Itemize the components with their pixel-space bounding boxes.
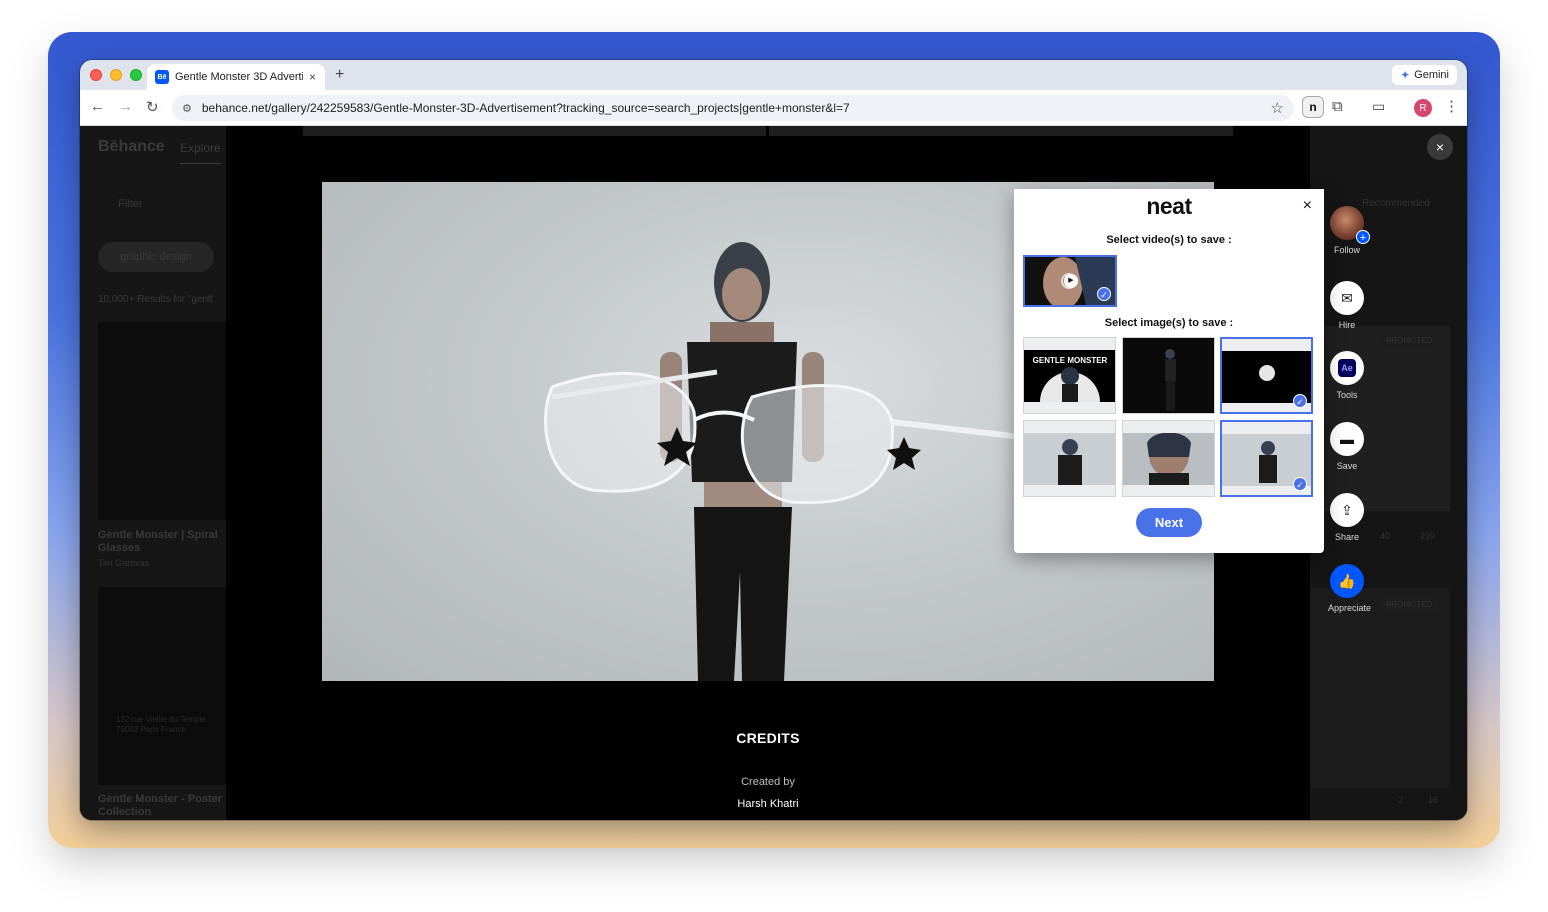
images-heading: Select image(s) to save : (1104, 317, 1234, 329)
checkmark-icon: ✓ (1097, 287, 1111, 301)
appreciate-action[interactable]: 👍 Appreciate (1328, 564, 1372, 613)
previous-image-strip (303, 126, 1233, 136)
tools-button[interactable]: Ae (1330, 351, 1364, 385)
site-info-icon[interactable]: ⚙ (182, 102, 192, 115)
image-thumbnail[interactable] (1122, 420, 1215, 497)
thumb-art (1123, 338, 1214, 413)
behance-logo[interactable]: Bēhance (98, 138, 165, 156)
neat-extension-icon[interactable]: n (1302, 96, 1324, 118)
views-count: 16 (1428, 795, 1439, 805)
credits-heading: CREDITS (736, 730, 800, 746)
play-icon: ▶ (1064, 274, 1078, 288)
result-card-image[interactable] (98, 322, 226, 520)
promoted-badge: PROMOTED (1380, 334, 1439, 347)
forward-arrow-icon[interactable]: → (118, 98, 133, 115)
gemini-sparkle-icon: ✦ (1400, 68, 1411, 82)
image-thumbnail[interactable] (1122, 337, 1215, 414)
close-modal-button[interactable]: × (1427, 134, 1453, 160)
extensions-puzzle-icon[interactable]: ⧉ (1332, 98, 1343, 115)
results-count: 10,000+ Results for "gentl (98, 294, 214, 305)
tab-strip: Bē Gentle Monster 3D Advertisement × + ✦… (80, 60, 1467, 90)
gemini-label: Gemini (1414, 69, 1449, 81)
save-action[interactable]: ▬ Save (1328, 422, 1366, 471)
filter-button[interactable]: Filter (118, 198, 142, 210)
save-label: Save (1336, 461, 1358, 471)
thumb-art (1123, 433, 1214, 485)
after-effects-icon: Ae (1338, 359, 1356, 377)
explore-tab[interactable]: Explore (180, 141, 221, 164)
checkmark-icon: ✓ (1293, 394, 1307, 408)
likes-count: 40 (1380, 531, 1391, 541)
close-window-button[interactable] (90, 69, 102, 81)
promoted-badge: PROMOTED (1380, 598, 1439, 611)
share-action[interactable]: ⇪ Share (1328, 493, 1366, 542)
folder-icon[interactable]: ▬ (1330, 422, 1364, 456)
hire-action[interactable]: ✉ Hire (1328, 281, 1366, 330)
cast-icon[interactable]: ▭ (1372, 98, 1385, 115)
recommended-label[interactable]: Recommended (1362, 198, 1430, 209)
tab-close-icon[interactable]: × (309, 70, 316, 84)
graphic-design-chip[interactable]: graphic design (98, 242, 214, 272)
image-thumbnail[interactable]: GENTLE MONSTER (1023, 337, 1116, 414)
likes-count: 2 (1398, 795, 1404, 805)
result-card-title[interactable]: Gentle Monster - Poster Collection (98, 793, 226, 819)
result-card-author[interactable]: Tim Garnvas (98, 558, 149, 568)
result-card-image[interactable]: 132 rue Vieille du Temple 75003 Paris Fr… (98, 587, 226, 785)
follow-plus-icon[interactable]: + (1356, 230, 1370, 244)
appreciate-label: Appreciate (1328, 603, 1372, 613)
hire-label: Hire (1338, 320, 1356, 330)
behance-favicon-icon: Bē (155, 70, 169, 84)
tools-action[interactable]: Ae Tools (1328, 351, 1366, 400)
reload-icon[interactable]: ↻ (146, 98, 159, 116)
share-label: Share (1334, 532, 1360, 542)
result-card-title[interactable]: Gentle Monster | Spiral Glasses (98, 529, 226, 555)
image-thumbnail-selected[interactable]: ✓ (1220, 420, 1313, 497)
browser-toolbar: ← → ↻ ⚙ behance.net/gallery/242259583/Ge… (80, 90, 1467, 126)
maximize-window-button[interactable] (130, 69, 142, 81)
tab-gentle-monster[interactable]: Bē Gentle Monster 3D Advertisement × (147, 64, 325, 90)
new-tab-button[interactable]: + (335, 66, 344, 84)
neat-logo: neat (1146, 193, 1192, 219)
tab-title: Gentle Monster 3D Advertisement (175, 71, 303, 83)
gentle-monster-text: GENTLE MONSTER (1033, 356, 1108, 365)
poster-address: 132 rue Vieille du Temple 75003 Paris Fr… (116, 715, 206, 734)
minimize-window-button[interactable] (110, 69, 122, 81)
author-name[interactable]: Harsh Khatri (226, 798, 1310, 810)
address-bar[interactable]: ⚙ behance.net/gallery/242259583/Gentle-M… (172, 95, 1294, 121)
thumbs-up-icon[interactable]: 👍 (1330, 564, 1364, 598)
thumb-art (1024, 433, 1115, 485)
videos-heading: Select video(s) to save : (1106, 234, 1232, 246)
url-text[interactable]: behance.net/gallery/242259583/Gentle-Mon… (202, 101, 850, 115)
share-icon[interactable]: ⇪ (1330, 493, 1364, 527)
thumb-art: GENTLE MONSTER (1024, 350, 1115, 402)
browser-menu-icon[interactable]: ⋮ (1444, 97, 1459, 115)
bookmark-star-icon[interactable]: ☆ (1271, 99, 1284, 117)
promoted-card[interactable] (1310, 588, 1450, 788)
views-count: 299 (1420, 531, 1436, 541)
mail-icon[interactable]: ✉ (1330, 281, 1364, 315)
image-thumbnail[interactable] (1023, 420, 1116, 497)
follow-action[interactable]: + Follow (1328, 206, 1370, 255)
image-thumbnail-selected[interactable]: ✓ (1220, 337, 1313, 414)
creator-avatar[interactable]: + (1330, 206, 1370, 244)
neat-extension-popup: neat × Select video(s) to save : ▶ ✓ Sel… (1014, 189, 1324, 553)
behance-page: Bēhance Explore Filter graphic design 10… (80, 126, 1467, 820)
gemini-button[interactable]: ✦ Gemini (1392, 65, 1457, 85)
checkmark-icon: ✓ (1293, 477, 1307, 491)
profile-avatar[interactable]: R (1414, 99, 1432, 117)
browser-window: Bē Gentle Monster 3D Advertisement × + ✦… (80, 60, 1467, 820)
tools-label: Tools (1336, 390, 1358, 400)
video-thumbnail[interactable]: ▶ ✓ (1023, 255, 1117, 307)
neat-close-icon[interactable]: × (1303, 197, 1312, 215)
back-arrow-icon[interactable]: ← (90, 98, 105, 115)
created-by-label: Created by (741, 776, 795, 788)
next-button[interactable]: Next (1136, 508, 1202, 537)
follow-label: Follow (1333, 245, 1360, 255)
